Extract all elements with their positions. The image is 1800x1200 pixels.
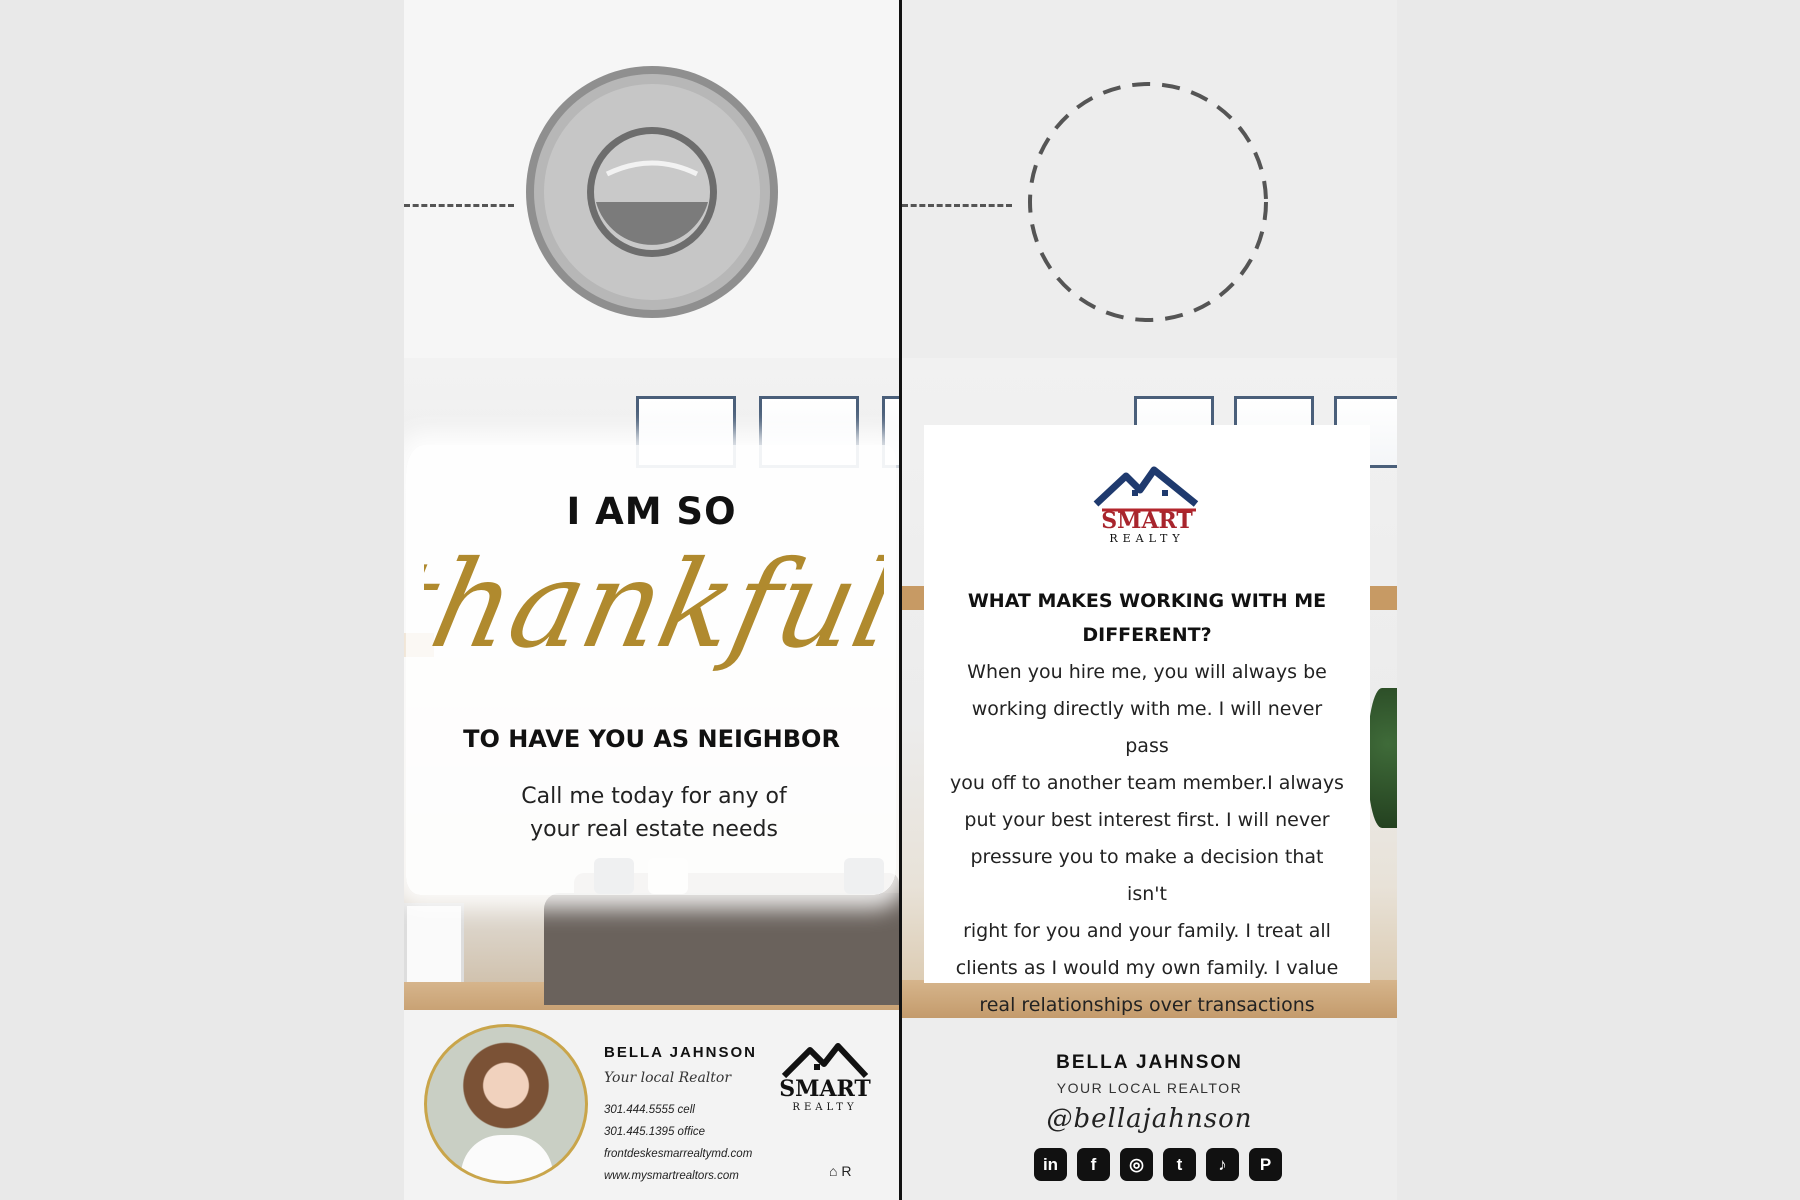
- door-hanger-front: I AM SO thankfull TO HAVE YOU AS NEIGHBO…: [404, 0, 899, 1200]
- svg-text:SMART: SMART: [779, 1076, 871, 1102]
- smart-realty-logo: SMART REALTY: [1093, 466, 1199, 545]
- agent-name: BELLA JAHNSON: [604, 1044, 757, 1061]
- social-icons: in f ◎ t ♪ P: [1034, 1148, 1282, 1181]
- twitter-icon[interactable]: t: [1163, 1148, 1196, 1181]
- script-headline: thankfull: [424, 534, 884, 674]
- sofa: [544, 893, 899, 1005]
- hanger-top-area: [404, 0, 899, 358]
- agent-title: YOUR LOCAL REALTOR: [1056, 1080, 1243, 1096]
- equal-housing-icon: ⌂ R: [829, 1163, 852, 1179]
- cut-line: [404, 204, 514, 207]
- agent-photo: [424, 1024, 588, 1184]
- pinterest-icon[interactable]: P: [1249, 1148, 1282, 1181]
- card-heading: WHAT MAKES WORKING WITH ME DIFFERENT?: [967, 590, 1327, 646]
- svg-text:REALTY: REALTY: [1109, 532, 1184, 545]
- plant: [1367, 688, 1397, 828]
- agent-title: Your local Realtor: [604, 1070, 732, 1086]
- svg-text:REALTY: REALTY: [792, 1102, 857, 1113]
- tiktok-icon[interactable]: ♪: [1206, 1148, 1239, 1181]
- social-handle: @bellajahnson: [1046, 1104, 1253, 1134]
- agent-cell: 301.444.5555 cell: [604, 1104, 695, 1116]
- door-knob-icon: [526, 66, 778, 318]
- cut-line: [902, 204, 1012, 207]
- facebook-icon[interactable]: f: [1077, 1148, 1110, 1181]
- agent-name: BELLA JAHNSON: [1056, 1052, 1243, 1073]
- agent-email[interactable]: frontdeskesmarrealtymd.com: [604, 1148, 752, 1160]
- instagram-icon[interactable]: ◎: [1120, 1148, 1153, 1181]
- wood-shelf: [1370, 586, 1397, 610]
- agent-office: 301.445.1395 office: [604, 1126, 706, 1138]
- svg-text:SMART: SMART: [1101, 508, 1193, 534]
- door-hanger-back: SMART REALTY WHAT MAKES WORKING WITH ME …: [902, 0, 1397, 1200]
- dashed-hole-outline: [1028, 82, 1268, 322]
- agent-website[interactable]: www.mysmartrealtors.com: [604, 1170, 739, 1182]
- headline-top: I AM SO: [566, 490, 737, 533]
- subtext: Call me today for any of your real estat…: [521, 784, 787, 842]
- hanger-top-area: [902, 0, 1397, 358]
- headline-script-text: thankfull: [424, 534, 884, 674]
- card-body: When you hire me, you will always be wor…: [950, 661, 1344, 1016]
- linkedin-icon[interactable]: in: [1034, 1148, 1067, 1181]
- headline-bottom: TO HAVE YOU AS NEIGHBOR: [463, 725, 840, 753]
- smart-realty-logo: SMART REALTY: [779, 1043, 871, 1113]
